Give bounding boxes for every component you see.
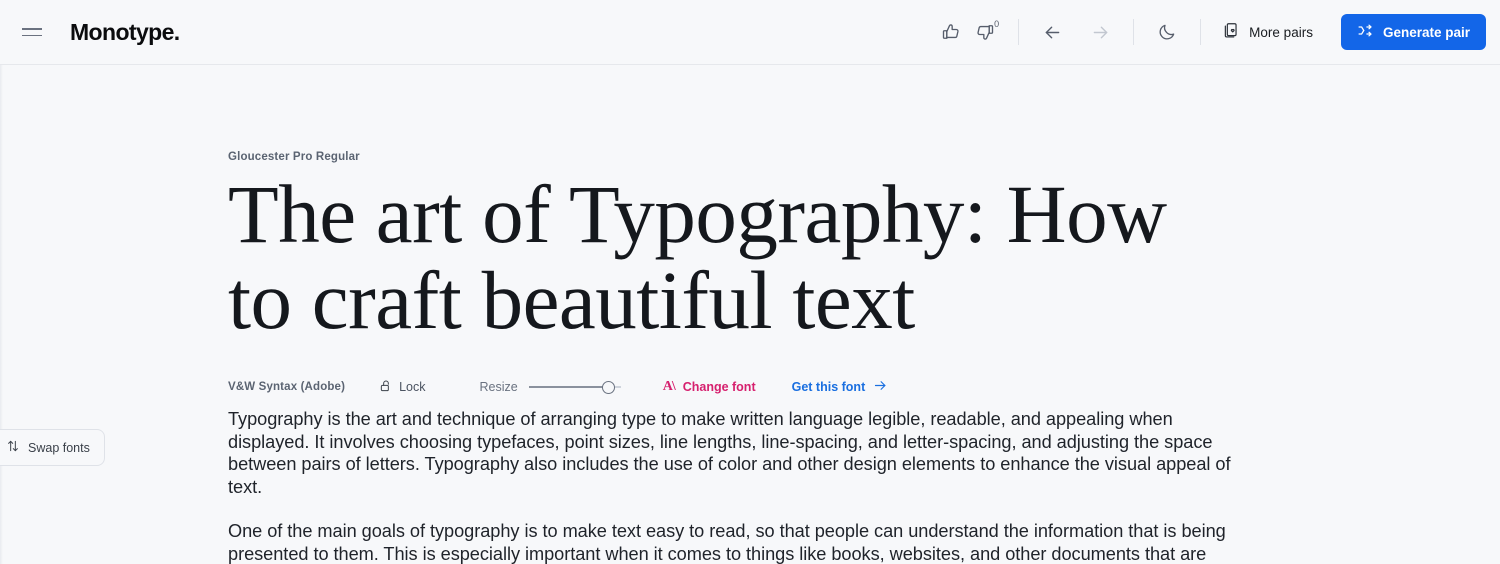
resize-label: Resize xyxy=(479,380,518,394)
specimen-content: Gloucester Pro Regular The art of Typogr… xyxy=(228,65,1258,564)
generate-pair-button[interactable]: Generate pair xyxy=(1340,14,1486,50)
change-font-button[interactable]: A\ Change font xyxy=(662,379,756,395)
generate-pair-label: Generate pair xyxy=(1382,24,1470,40)
specimen-body-copy[interactable]: Typography is the art and technique of a… xyxy=(228,408,1256,564)
app-header: Monotype. 0 More pairs Generate pair xyxy=(0,0,1500,65)
header-actions: 0 More pairs Generate pair xyxy=(934,0,1486,64)
more-pairs-button[interactable]: More pairs xyxy=(1217,15,1317,49)
thumbs-up-icon[interactable] xyxy=(934,15,968,49)
more-pairs-label: More pairs xyxy=(1249,24,1313,40)
hamburger-line xyxy=(22,28,42,30)
header-divider xyxy=(1133,19,1135,45)
back-button[interactable] xyxy=(1035,15,1069,49)
thumbs-down-count: 0 xyxy=(994,19,1000,29)
get-this-font-link[interactable]: Get this font xyxy=(792,378,889,396)
brand-logo[interactable]: Monotype. xyxy=(70,19,180,46)
hamburger-menu-icon[interactable] xyxy=(16,16,48,48)
header-divider xyxy=(1200,19,1202,45)
slider-knob[interactable] xyxy=(601,380,615,394)
get-this-font-label: Get this font xyxy=(791,380,866,394)
lock-label: Lock xyxy=(399,380,426,394)
heading-font-name[interactable]: Gloucester Pro Regular xyxy=(228,151,1258,163)
body-paragraph: Typography is the art and technique of a… xyxy=(228,409,1231,497)
swap-vertical-icon xyxy=(6,439,20,456)
body-font-name[interactable]: V&W Syntax (Adobe) xyxy=(228,381,345,393)
aa-letters-icon: A\ xyxy=(662,379,676,394)
resize-slider[interactable] xyxy=(528,380,621,394)
body-paragraph: One of the main goals of typography is t… xyxy=(228,521,1226,564)
lock-button[interactable]: Lock xyxy=(379,379,425,396)
header-divider xyxy=(1018,19,1020,45)
resize-control: Resize xyxy=(479,380,621,394)
dark-mode-toggle[interactable] xyxy=(1150,15,1184,49)
arrow-right-icon xyxy=(873,378,888,396)
cards-heart-icon xyxy=(1221,21,1240,43)
thumbs-down-icon[interactable]: 0 xyxy=(968,15,1002,49)
specimen-heading[interactable]: The art of Typography: How to craft beau… xyxy=(228,171,1218,343)
swap-fonts-button[interactable]: Swap fonts xyxy=(0,429,105,466)
collapsed-panel-edge xyxy=(0,65,3,564)
change-font-label: Change font xyxy=(682,380,756,394)
hamburger-line xyxy=(22,34,42,36)
shuffle-icon xyxy=(1357,22,1374,42)
unlocked-padlock-icon xyxy=(379,379,393,396)
body-font-controls: V&W Syntax (Adobe) Lock Resize A\ Change… xyxy=(228,376,1258,398)
forward-button[interactable] xyxy=(1083,15,1117,49)
specimen-stage: Swap fonts Gloucester Pro Regular The ar… xyxy=(0,65,1500,564)
swap-fonts-label: Swap fonts xyxy=(28,440,90,455)
